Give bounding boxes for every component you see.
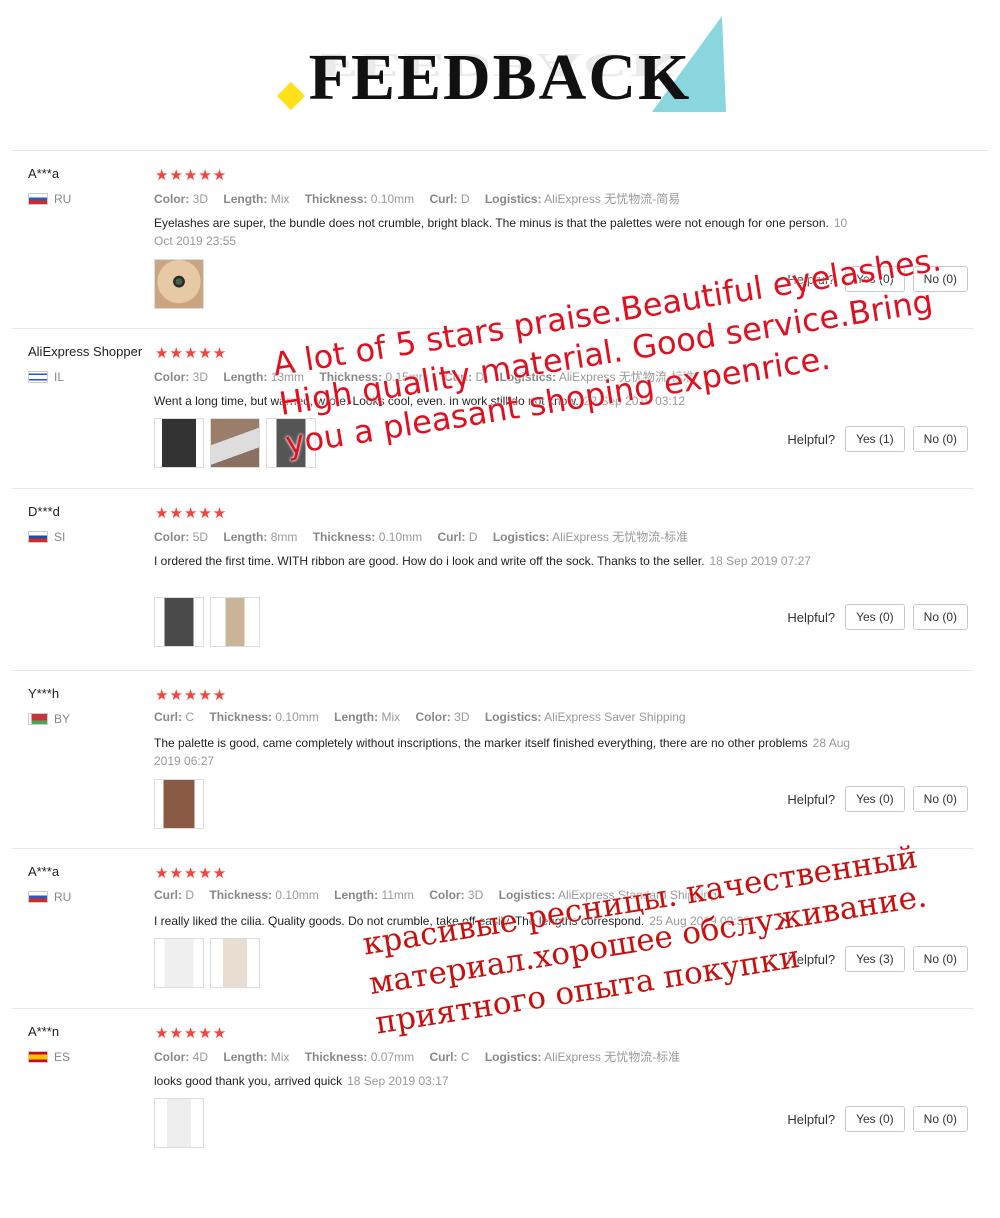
review-date: 18 Sep 2019 07:27 [709, 554, 811, 568]
helpful-votes: Helpful? Yes (0) No (0) [787, 604, 968, 630]
review-photos [154, 597, 260, 647]
no-vote-button[interactable]: No (0) [912, 1106, 968, 1132]
helpful-votes: Helpful? Yes (1) No (0) [787, 426, 968, 452]
reviewer-name: A***a [28, 864, 60, 879]
reviewer-name: A***n [28, 1024, 60, 1039]
star-rating: ★★★★★ [155, 167, 228, 184]
review-photos [154, 938, 260, 988]
review-photo-thumbnail[interactable] [154, 938, 204, 988]
review-photo-thumbnail[interactable] [154, 597, 204, 647]
no-vote-button[interactable]: No (0) [912, 604, 968, 630]
reviewer-name: Y***h [28, 686, 60, 701]
review-text: Eyelashes are super, the bundle does not… [154, 216, 848, 248]
order-attributes: Color: 5D Length: 8mm Thickness: 0.10mm … [154, 530, 689, 544]
review-text: looks good thank you, arrived quick 18 Se… [154, 1074, 449, 1088]
review-photo-thumbnail[interactable] [154, 259, 204, 309]
reviewer-name: AliExpress Shopper [28, 344, 143, 359]
reviewer-country: RU [28, 890, 71, 904]
review-item: D***d SI ★★★★★ Color: 5D Length: 8mm Thi… [12, 490, 974, 671]
review-text: I ordered the first time. WITH ribbon ar… [154, 554, 811, 568]
flag-ru-icon [28, 193, 48, 205]
review-photo-thumbnail[interactable] [154, 1098, 204, 1148]
star-rating: ★★★★★ [155, 505, 228, 522]
star-rating: ★★★★★ [155, 865, 228, 882]
helpful-label: Helpful? [787, 791, 836, 807]
yes-vote-button[interactable]: Yes (0) [845, 786, 905, 812]
review-photo-thumbnail[interactable] [210, 418, 260, 468]
star-rating: ★★★★★ [155, 687, 228, 704]
review-photo-thumbnail[interactable] [154, 779, 204, 829]
review-photos [154, 1098, 204, 1148]
review-divider [12, 848, 974, 849]
flag-es-icon [28, 1051, 48, 1063]
flag-il-icon [28, 371, 48, 383]
reviewer-name: D***d [28, 504, 60, 519]
header-divider [12, 150, 988, 151]
order-attributes: Color: 4D Length: Mix Thickness: 0.07mm … [154, 1050, 681, 1064]
helpful-votes: Helpful? Yes (0) No (0) [787, 786, 968, 812]
star-rating: ★★★★★ [155, 345, 228, 362]
helpful-label: Helpful? [787, 609, 836, 625]
reviewer-name: A***a [28, 166, 60, 181]
reviewer-country: BY [28, 712, 70, 726]
reviewer-country: RU [28, 192, 71, 206]
review-photo-thumbnail[interactable] [210, 938, 260, 988]
yes-vote-button[interactable]: Yes (0) [845, 1106, 905, 1132]
review-text: The palette is good, came completely wit… [154, 736, 851, 768]
no-vote-button[interactable]: No (0) [912, 426, 968, 452]
reviewer-country: ES [28, 1050, 70, 1064]
feedback-header: FEEDBACK FEEDBACK [0, 0, 1000, 150]
star-rating: ★★★★★ [155, 1025, 228, 1042]
review-photo-thumbnail[interactable] [154, 418, 204, 468]
helpful-label: Helpful? [787, 431, 836, 447]
flag-ru-icon [28, 891, 48, 903]
review-photos [154, 779, 204, 829]
review-photo-thumbnail[interactable] [210, 597, 260, 647]
review-item: A***n ES ★★★★★ Color: 4D Length: Mix Thi… [12, 1010, 974, 1170]
review-divider [12, 488, 974, 489]
review-divider [12, 670, 974, 671]
reviewer-country: IL [28, 370, 64, 384]
review-date: 18 Sep 2019 03:17 [347, 1074, 449, 1088]
review-photos [154, 259, 204, 309]
review-item: Y***h BY ★★★★★ Curl: C Thickness: 0.10mm… [12, 672, 974, 849]
reviewer-country: SI [28, 530, 65, 544]
flag-si-icon [28, 531, 48, 543]
page-title: FEEDBACK [308, 41, 692, 114]
order-attributes: Color: 3D Length: Mix Thickness: 0.10mm … [154, 192, 681, 206]
helpful-label: Helpful? [787, 1111, 836, 1127]
flag-by-icon [28, 713, 48, 725]
no-vote-button[interactable]: No (0) [912, 786, 968, 812]
order-attributes: Curl: C Thickness: 0.10mm Length: Mix Co… [154, 710, 686, 724]
yes-vote-button[interactable]: Yes (0) [845, 604, 905, 630]
yes-vote-button[interactable]: Yes (1) [845, 426, 905, 452]
helpful-votes: Helpful? Yes (0) No (0) [787, 1106, 968, 1132]
